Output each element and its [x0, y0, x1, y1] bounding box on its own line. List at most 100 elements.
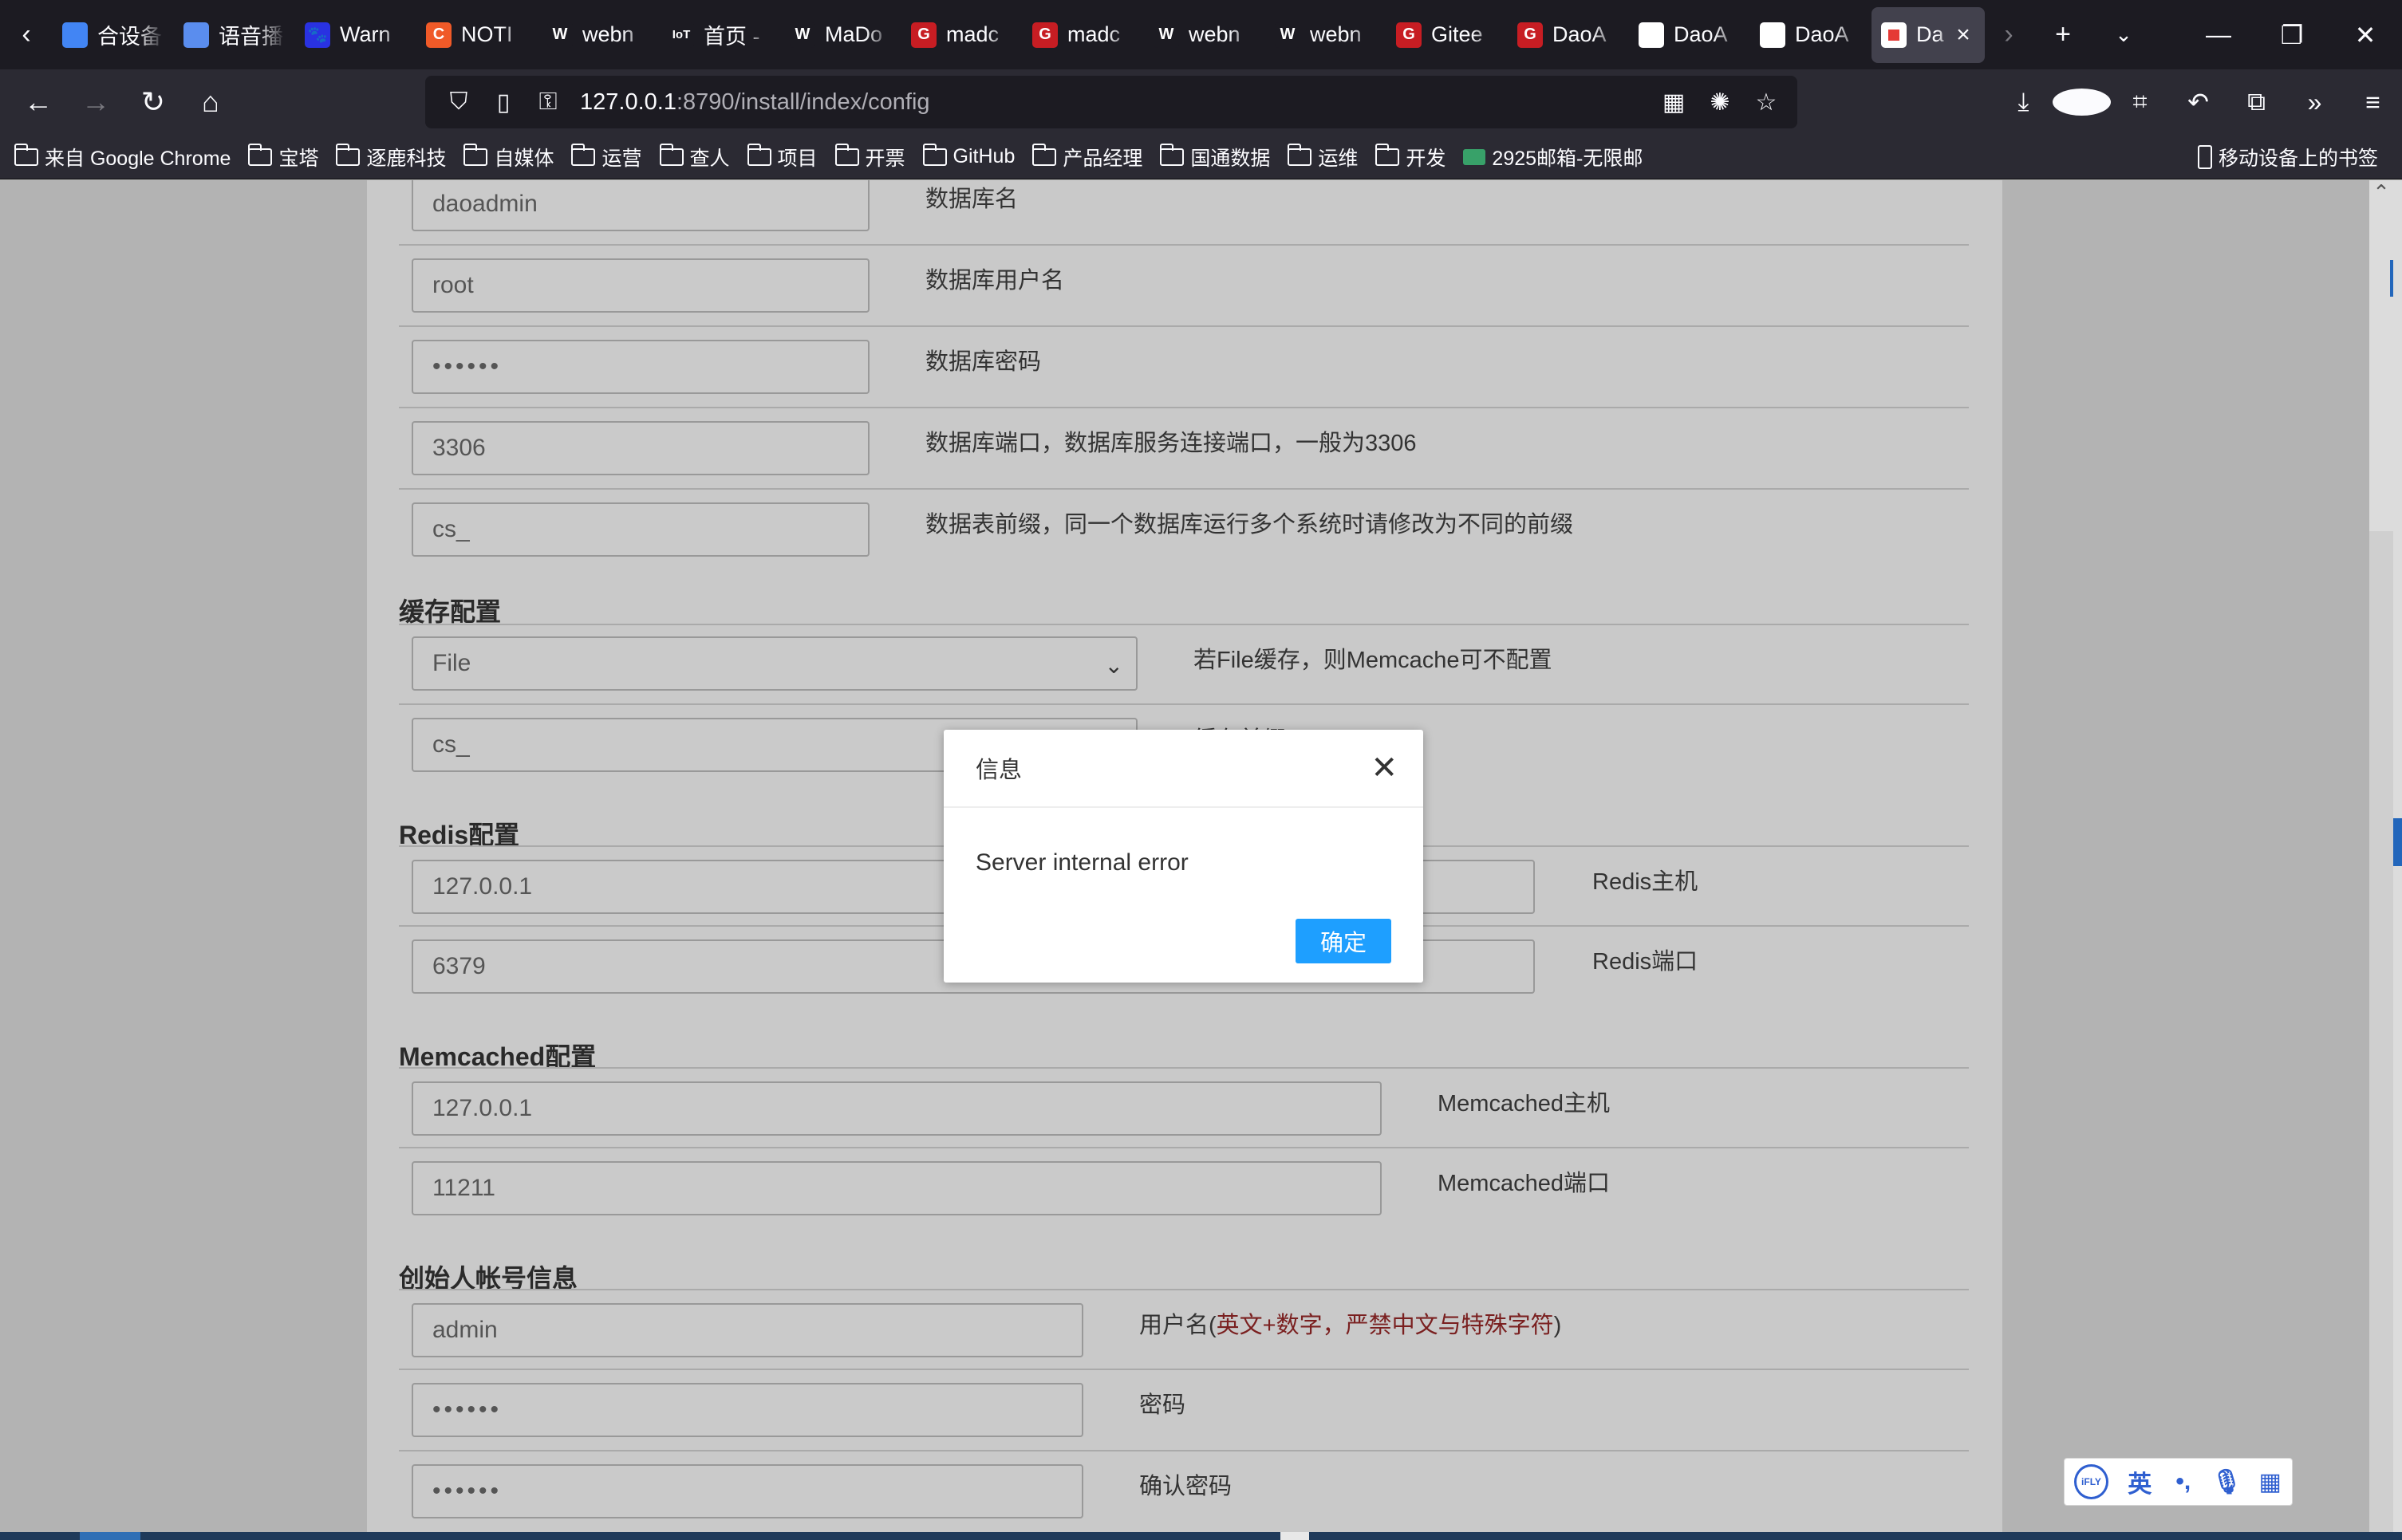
bookmark-item[interactable]: 自媒体 — [463, 143, 554, 171]
bookmark-item[interactable]: 运营 — [571, 143, 642, 171]
bookmark-item[interactable]: 逐鹿科技 — [336, 143, 446, 171]
tab-title: madc — [946, 22, 1000, 46]
bookmark-item[interactable]: 产品经理 — [1032, 143, 1142, 171]
db-password-input[interactable]: •••••• — [412, 340, 870, 394]
overflow-chevron-icon[interactable]: » — [2286, 88, 2344, 117]
bookmark-item[interactable]: 2925邮箱-无限邮 — [1463, 143, 1643, 171]
scroll-up-icon[interactable]: ⌃ — [2369, 180, 2393, 209]
menu-icon[interactable]: ≡ — [2344, 88, 2402, 117]
arrow-right-icon: → — [81, 85, 110, 118]
db-user-input[interactable]: root — [412, 258, 870, 313]
bookmark-label: 逐鹿科技 — [366, 147, 447, 170]
crop-icon[interactable]: ⌗ — [2111, 87, 2169, 117]
bookmark-item[interactable]: 宝塔 — [248, 143, 318, 171]
tab-favicon-icon: C — [426, 22, 452, 48]
page-icon[interactable]: ▯ — [481, 89, 526, 116]
db-prefix-input[interactable]: cs_ — [412, 502, 870, 557]
microphone-icon[interactable]: 🎙 — [2205, 1468, 2249, 1496]
tab[interactable]: 语音播 — [174, 7, 295, 63]
shield-icon[interactable]: ⛉ — [436, 89, 481, 116]
bookmark-label: 开发 — [1406, 147, 1446, 170]
account-badge[interactable]: 2 — [2053, 88, 2111, 117]
db-prefix-row: cs_ 数据表前缀，同一个数据库运行多个系统时请修改为不同的前缀 — [399, 490, 1969, 571]
restore-button[interactable]: ❐ — [2255, 0, 2329, 69]
tab[interactable]: C NOTI — [416, 7, 538, 63]
tab-favicon-icon: W — [547, 22, 573, 48]
bookmark-item[interactable]: 来自 Google Chrome — [14, 143, 231, 171]
tab-bar: ‹ 合设备 语音播 🐾 Warn C NOTI Wwebn IoT 首页 - W MaDo Gmadc… — [0, 0, 2402, 69]
founder-confirm-label: 确认密码 — [1139, 1474, 1233, 1499]
tab[interactable]: W MaDo — [780, 7, 901, 63]
page-scrollbar[interactable]: ⌃ — [2369, 180, 2402, 1540]
ime-language-toggle[interactable]: 英 — [2118, 1464, 2162, 1499]
tab[interactable]: Gmadc — [901, 7, 1023, 63]
download-icon[interactable]: ⤓ — [1994, 87, 2053, 117]
tab[interactable]: 🐾 Warn — [295, 7, 416, 63]
folder-icon — [1288, 143, 1312, 166]
folder-icon — [336, 143, 361, 166]
db-name-input[interactable]: daoadmin — [412, 180, 870, 231]
founder-username-row: admin 用户名(英文+数字，严禁中文与特殊字符) — [399, 1289, 1969, 1370]
tab[interactable]: Wwebn — [1144, 7, 1265, 63]
redis-port-label: Redis端口 — [1592, 949, 1698, 975]
founder-username-input[interactable]: admin — [412, 1303, 1083, 1357]
tab-scroll-right-button[interactable]: › — [1985, 0, 2033, 69]
scrollbar-thumb[interactable] — [2369, 531, 2393, 1540]
bookmark-item[interactable]: 运维 — [1288, 143, 1358, 171]
minimize-button[interactable]: — — [2182, 0, 2255, 69]
tab-favicon-icon — [62, 22, 88, 48]
bookmark-item[interactable]: 国通数据 — [1160, 143, 1270, 171]
folder-icon — [14, 143, 38, 166]
tab[interactable]: IoT 首页 - — [659, 7, 780, 63]
extensions-icon[interactable]: ⧉ — [2227, 87, 2286, 117]
forward-button[interactable]: → — [67, 73, 124, 131]
tab[interactable]: G Gitee — [1386, 7, 1508, 63]
memcached-host-input[interactable]: 127.0.0.1 — [412, 1081, 1382, 1136]
tab[interactable]: Wwebn — [538, 7, 659, 63]
bookmark-label: 项目 — [777, 147, 818, 170]
founder-password-input[interactable]: •••••• — [412, 1383, 1083, 1437]
qr-code-icon[interactable]: ▦ — [1651, 89, 1697, 116]
username-desc-end: ) — [1553, 1313, 1562, 1338]
confirm-button[interactable]: 确定 — [1296, 919, 1391, 963]
tab[interactable]: DaoA — [1629, 7, 1750, 63]
url-bar[interactable]: ⛉ ▯ ⚿ 127.0.0.1:8790/install/index/confi… — [425, 76, 1797, 128]
founder-confirm-input[interactable]: •••••• — [412, 1464, 1083, 1518]
memcached-host-label: Memcached主机 — [1438, 1091, 1610, 1117]
star-icon[interactable]: ☆ — [1743, 89, 1789, 116]
close-window-button[interactable]: ✕ — [2329, 0, 2402, 69]
bookmark-item[interactable]: 开票 — [834, 143, 905, 171]
tab[interactable]: DaoA — [1750, 7, 1872, 63]
db-port-input[interactable]: 3306 — [412, 421, 870, 475]
punctuation-icon[interactable]: •, — [2161, 1468, 2205, 1495]
bookmark-item[interactable]: 查人 — [659, 143, 730, 171]
bookmark-item[interactable]: 项目 — [747, 143, 818, 171]
bookmark-item[interactable]: GitHub — [922, 143, 1015, 168]
cache-type-select[interactable]: File ⌄ — [412, 636, 1138, 691]
list-all-tabs-button[interactable]: ⌄ — [2093, 0, 2154, 69]
memcached-port-input[interactable]: 11211 — [412, 1161, 1382, 1215]
apps-grid-icon[interactable]: ▦ — [2248, 1468, 2292, 1496]
home-button[interactable]: ⌂ — [182, 73, 239, 131]
tab[interactable]: 合设备 — [53, 7, 174, 63]
ifly-logo[interactable]: iFLY — [2074, 1464, 2108, 1499]
undo-icon[interactable]: ↶ — [2169, 87, 2227, 117]
tab-active[interactable]: Da × — [1872, 6, 1985, 63]
tab[interactable]: Gmadc — [1023, 7, 1144, 63]
tab-scroll-left-button[interactable]: ‹ — [0, 0, 53, 69]
back-button[interactable]: ← — [10, 73, 67, 131]
reload-button[interactable]: ↻ — [124, 73, 182, 131]
mobile-bookmarks[interactable]: 移动设备上的书签 — [2197, 135, 2378, 179]
tab[interactable]: G DaoA — [1508, 7, 1629, 63]
home-icon: ⌂ — [202, 85, 219, 118]
url-text[interactable]: 127.0.0.1:8790/install/index/config — [580, 89, 930, 116]
new-tab-button[interactable]: + — [2033, 0, 2093, 69]
bug-icon[interactable]: ✺ — [1697, 89, 1743, 116]
close-tab-icon[interactable]: × — [1951, 22, 1975, 49]
folder-icon — [1160, 143, 1185, 166]
folder-icon — [463, 143, 488, 166]
key-icon[interactable]: ⚿ — [526, 89, 570, 116]
tab[interactable]: Wwebn — [1265, 7, 1386, 63]
bookmark-item[interactable]: 开发 — [1375, 143, 1446, 171]
close-icon[interactable]: ✕ — [1371, 752, 1398, 784]
